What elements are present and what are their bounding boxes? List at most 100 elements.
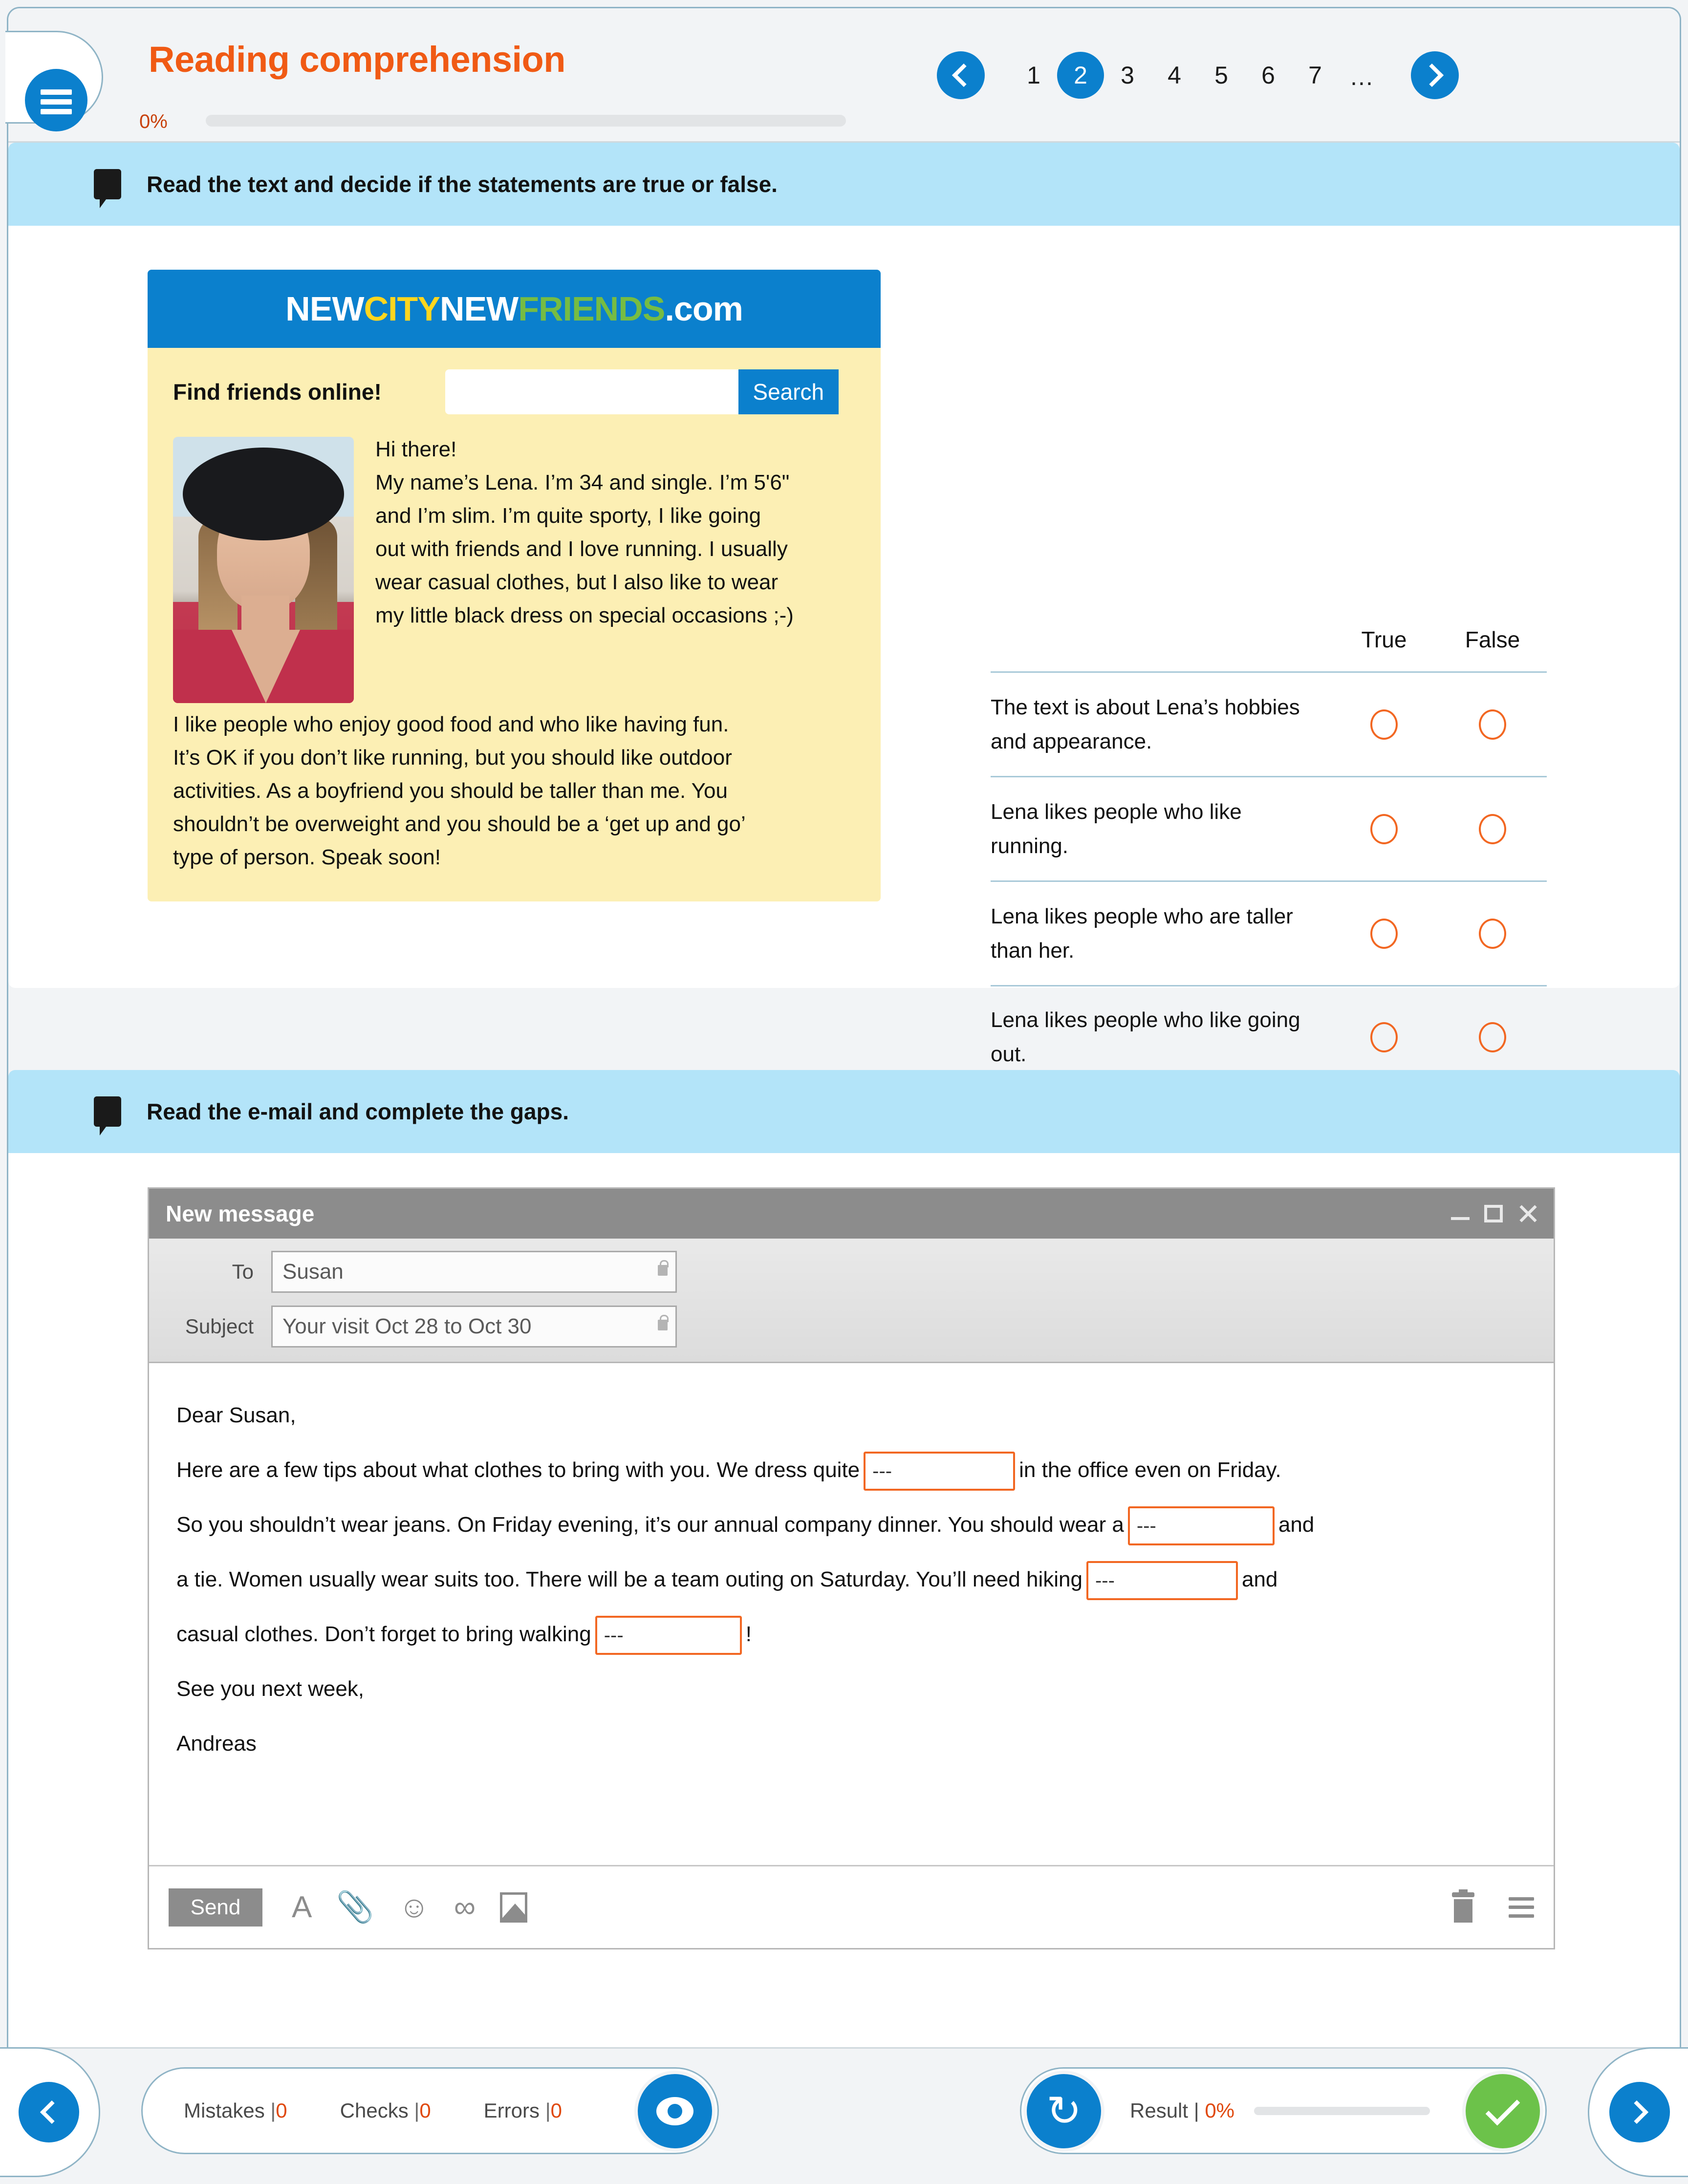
mail-paragraph-2: So you shouldn’t wear jeans. On Friday e… (176, 1501, 1526, 1549)
subject-field[interactable]: Your visit Oct 28 to Oct 30 (271, 1306, 677, 1348)
minimize-icon[interactable] (1451, 1217, 1470, 1220)
eye-icon (656, 2097, 693, 2125)
send-button[interactable]: Send (169, 1888, 262, 1927)
font-icon[interactable]: A (292, 1892, 312, 1923)
mail-closing: See you next week, (176, 1677, 365, 1701)
hamburger-icon[interactable] (25, 69, 87, 131)
page-number-1[interactable]: 1 (1010, 52, 1057, 99)
column-header-false: False (1465, 627, 1520, 652)
page-number-7[interactable]: 7 (1292, 52, 1339, 99)
table-row: The text is about Lena’s hobbies and app… (991, 671, 1547, 776)
pagination: 1 2 3 4 5 6 7 ... (937, 51, 1459, 99)
profile-line-9: shouldn’t be overweight and you should b… (173, 812, 746, 836)
speech-bubble-icon (94, 169, 121, 208)
hamburger-menu-icon[interactable] (1509, 1897, 1534, 1918)
pagination-next-button[interactable] (1411, 51, 1459, 99)
website-header: NEWCITYNEWFRIENDS.com (148, 270, 881, 348)
paperclip-icon[interactable]: 📎 (336, 1892, 374, 1923)
trash-icon[interactable] (1452, 1889, 1474, 1923)
mistakes-label: Mistakes (184, 2099, 265, 2122)
radio-true-cell (1330, 814, 1438, 844)
subject-field-row: Subject Your visit Oct 28 to Oct 30 (149, 1304, 1554, 1349)
page-number-ellipsis[interactable]: ... (1339, 52, 1385, 99)
mail-signature: Andreas (176, 1732, 257, 1756)
exercise-2-panel: New message To Susan Subject Your visit … (8, 1153, 1680, 2086)
statement-text: The text is about Lena’s hobbies and app… (991, 695, 1300, 753)
logo-friends: FRIENDS (518, 290, 665, 328)
separator: | (1193, 2099, 1199, 2122)
gap-input-4[interactable] (595, 1616, 742, 1655)
page-number-2[interactable]: 2 (1057, 52, 1104, 99)
radio-false-2[interactable] (1479, 918, 1506, 949)
chevron-right-icon (1420, 63, 1444, 87)
logo-city: CITY (364, 290, 440, 328)
close-icon[interactable] (1517, 1204, 1537, 1223)
radio-true-cell (1330, 918, 1438, 949)
gap-input-3[interactable] (1086, 1561, 1238, 1601)
footer-prev-button[interactable] (18, 2082, 79, 2142)
link-icon[interactable]: ∞ (454, 1892, 476, 1923)
progress-bar (206, 115, 846, 127)
separator: | (545, 2099, 551, 2122)
image-icon[interactable] (500, 1892, 528, 1923)
mail-p2-after: and (1278, 1513, 1315, 1537)
to-value: Susan (282, 1260, 344, 1284)
stats-panel: Mistakes |0 Checks |0 Errors |0 (141, 2067, 719, 2154)
show-solution-button[interactable] (634, 2071, 715, 2152)
refresh-icon: ↻ (1046, 2088, 1082, 2135)
errors-label: Errors (483, 2099, 540, 2122)
page-number-6[interactable]: 6 (1245, 52, 1292, 99)
logo-new1: NEW (285, 290, 364, 328)
true-false-table: True False The text is about Lena’s hobb… (991, 626, 1547, 1090)
separator: | (414, 2099, 420, 2122)
result-value: 0% (1205, 2099, 1235, 2122)
page-title: Reading comprehension (149, 39, 565, 80)
subject-label: Subject (185, 1315, 254, 1338)
stat-checks: Checks |0 (340, 2099, 431, 2122)
search-button[interactable]: Search (738, 369, 839, 414)
page-number-3[interactable]: 3 (1104, 52, 1151, 99)
gap-input-2[interactable] (1127, 1506, 1275, 1546)
radio-false-3[interactable] (1479, 1022, 1506, 1052)
mail-titlebar: New message (149, 1189, 1554, 1239)
maximize-icon[interactable] (1484, 1205, 1503, 1222)
website-body: Find friends online! Search Hi there! My… (148, 348, 881, 901)
radio-false-1[interactable] (1479, 814, 1506, 844)
errors-value: 0 (550, 2099, 562, 2122)
pagination-prev-button[interactable] (937, 51, 985, 99)
radio-true-1[interactable] (1370, 814, 1398, 844)
gap-input-1[interactable] (864, 1452, 1016, 1491)
result-progress-bar (1254, 2106, 1430, 2115)
reset-button[interactable]: ↻ (1023, 2071, 1104, 2152)
to-field[interactable]: Susan (271, 1251, 677, 1293)
radio-true-0[interactable] (1370, 709, 1398, 740)
mail-p3-after: and (1241, 1567, 1278, 1591)
column-header-true: True (1361, 627, 1407, 652)
website-logo: NEWCITYNEWFRIENDS.com (285, 289, 743, 328)
radio-true-3[interactable] (1370, 1022, 1398, 1052)
search-input[interactable] (445, 369, 738, 414)
radio-false-cell (1438, 918, 1547, 949)
page-number-4[interactable]: 4 (1151, 52, 1198, 99)
footer-next-button[interactable] (1609, 2082, 1670, 2142)
mail-paragraph-3: a tie. Women usually wear suits too. The… (176, 1556, 1526, 1604)
menu-pill (5, 31, 103, 131)
mail-toolbar: Send A 📎 ☺ ∞ (149, 1865, 1554, 1948)
check-answers-button[interactable] (1462, 2071, 1543, 2152)
checks-value: 0 (419, 2099, 431, 2122)
page-number-list: 1 2 3 4 5 6 7 ... (1010, 52, 1385, 99)
radio-true-2[interactable] (1370, 918, 1398, 949)
toolbar-right-icons (1452, 1889, 1534, 1923)
speech-bubble-icon (94, 1096, 121, 1135)
footer-next-pill (1588, 2047, 1688, 2177)
smiley-icon[interactable]: ☺ (399, 1892, 430, 1923)
profile-line-6: I like people who enjoy good food and wh… (173, 712, 729, 736)
radio-false-0[interactable] (1479, 709, 1506, 740)
to-label: To (232, 1260, 254, 1283)
stat-errors: Errors |0 (484, 2099, 562, 2122)
mail-fields: To Susan Subject Your visit Oct 28 to Oc… (149, 1239, 1554, 1363)
stat-mistakes: Mistakes |0 (184, 2099, 287, 2122)
avatar (173, 437, 354, 703)
profile-block: Hi there! My name’s Lena. I’m 34 and sin… (173, 433, 855, 874)
page-number-5[interactable]: 5 (1198, 52, 1245, 99)
